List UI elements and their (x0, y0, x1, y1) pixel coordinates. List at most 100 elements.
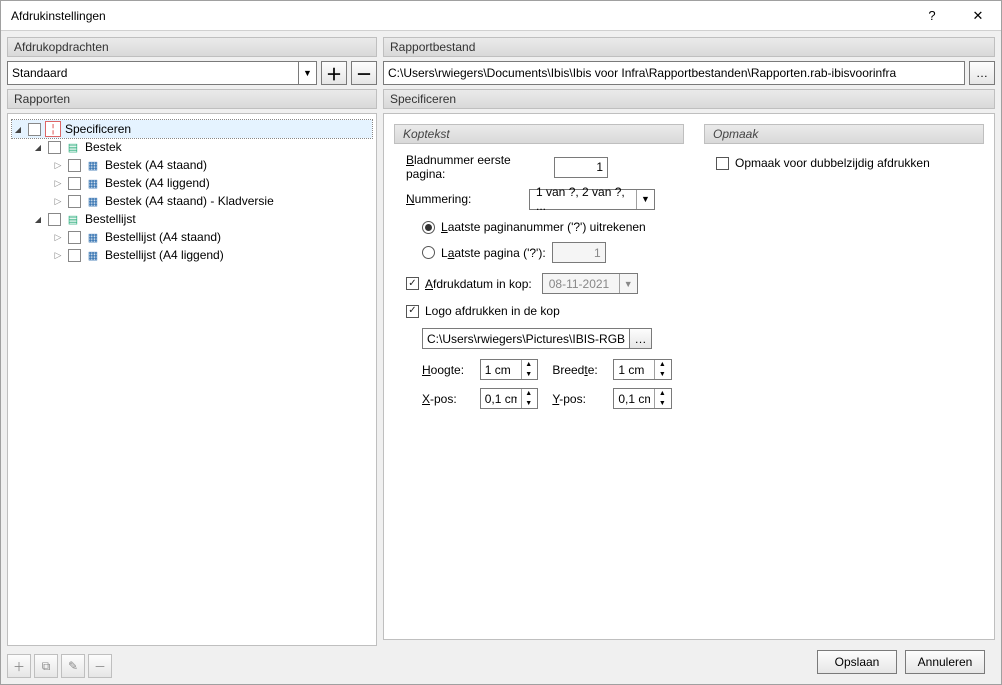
tree-label: Bestek (A4 liggend) (105, 176, 210, 190)
document-icon: ▦ (85, 247, 101, 263)
browse-report-file-button[interactable]: … (969, 61, 995, 85)
title-bar: Afdrukinstellingen ? ✕ (1, 1, 1001, 31)
checkbox-icon[interactable] (716, 157, 729, 170)
checkbox-icon[interactable] (406, 305, 419, 318)
print-date-check[interactable]: Afdrukdatum in kop: 08-11-2021 ▼ (406, 273, 672, 294)
reports-tree[interactable]: ¦ Specificeren ▤ Bestek ▦ Bestek (A4 sta… (7, 113, 377, 646)
folder-icon: ▤ (65, 211, 81, 227)
window-controls: ? ✕ (909, 1, 1001, 30)
print-date-field: 08-11-2021 ▼ (542, 273, 638, 294)
tree-node-bestellijst[interactable]: ▤ Bestellijst (12, 210, 372, 228)
header-subgroup: Koptekst (394, 124, 684, 144)
remove-job-button[interactable]: － (351, 61, 377, 85)
radio-icon[interactable] (422, 221, 435, 234)
xpos-spinner[interactable]: ▲▼ (480, 388, 539, 409)
print-job-input[interactable] (8, 66, 298, 80)
tree-checkbox[interactable] (68, 249, 81, 262)
cancel-button[interactable]: Annuleren (905, 650, 985, 674)
xpos-label: X-pos: (422, 392, 466, 406)
tree-checkbox[interactable] (68, 195, 81, 208)
radio-icon[interactable] (422, 246, 435, 259)
expand-toggle[interactable] (52, 177, 64, 189)
width-label: Breedte: (552, 363, 599, 377)
tree-toolbar: ＋ ⧉ ✎ － (7, 650, 377, 684)
radio-calc-last-page[interactable]: Laatste paginanummer ('?') uitrekenen (422, 220, 672, 234)
checkbox-icon[interactable] (406, 277, 419, 290)
height-label: Hoogte: (422, 363, 466, 377)
tree-label: Bestellijst (A4 staand) (105, 230, 221, 244)
height-spinner[interactable]: ▲▼ (480, 359, 539, 380)
expand-toggle[interactable] (52, 195, 64, 207)
add-job-button[interactable]: ＋ (321, 61, 347, 85)
tree-label: Bestellijst (A4 liggend) (105, 248, 224, 262)
print-jobs-header: Afdrukopdrachten (7, 37, 377, 57)
remove-button[interactable]: － (88, 654, 112, 678)
tree-item[interactable]: ▦ Bestek (A4 staand) (12, 156, 372, 174)
expand-toggle[interactable] (52, 249, 64, 261)
numbering-value: 1 van ?, 2 van ?, ... (530, 185, 636, 213)
window-title: Afdrukinstellingen (11, 9, 106, 23)
ypos-spinner[interactable]: ▲▼ (613, 388, 672, 409)
tree-label: Bestek (A4 staand) - Kladversie (105, 194, 274, 208)
lower-row: Rapporten ¦ Specificeren ▤ Bestek (7, 89, 995, 684)
browse-logo-button[interactable]: … (630, 328, 652, 349)
print-settings-dialog: Afdrukinstellingen ? ✕ Afdrukopdrachten … (0, 0, 1002, 685)
page-number-field[interactable] (554, 157, 608, 178)
add-button[interactable]: ＋ (7, 654, 31, 678)
tree-label: Bestek (A4 staand) (105, 158, 207, 172)
close-button[interactable]: ✕ (955, 1, 1001, 30)
print-logo-check[interactable]: Logo afdrukken in de kop (406, 304, 672, 318)
expand-toggle[interactable] (52, 231, 64, 243)
page-number-label: BBladnummer eerste pagina:ladnummer eers… (406, 153, 546, 181)
dialog-buttons: Opslaan Annuleren (383, 644, 995, 684)
chevron-down-icon[interactable]: ▼ (298, 62, 316, 84)
logo-path-input[interactable] (422, 328, 630, 349)
duplex-check[interactable]: Opmaak voor dubbelzijdig afdrukken (716, 156, 972, 170)
print-job-combo[interactable]: ▼ (7, 61, 317, 85)
report-file-path-input[interactable] (383, 61, 965, 85)
expand-toggle[interactable] (52, 159, 64, 171)
tree-item[interactable]: ▦ Bestek (A4 staand) - Kladversie (12, 192, 372, 210)
tree-checkbox[interactable] (68, 159, 81, 172)
copy-button[interactable]: ⧉ (34, 654, 58, 678)
help-button[interactable]: ? (909, 1, 955, 30)
tree-checkbox[interactable] (48, 213, 61, 226)
fixed-last-page-field (552, 242, 606, 263)
layout-subgroup: Opmaak (704, 124, 984, 144)
specify-panel: Koptekst BBladnummer eerste pagina:ladnu… (383, 113, 995, 640)
ypos-label: Y-pos: (552, 392, 599, 406)
edit-button[interactable]: ✎ (61, 654, 85, 678)
specify-header: Specificeren (383, 89, 995, 109)
numbering-label: Nummering: (406, 192, 521, 206)
report-file-header: Rapportbestand (383, 37, 995, 57)
tree-checkbox[interactable] (28, 123, 41, 136)
tree-checkbox[interactable] (48, 141, 61, 154)
document-icon: ▦ (85, 229, 101, 245)
tree-label: Bestek (85, 140, 122, 154)
reports-header: Rapporten (7, 89, 377, 109)
document-icon: ▦ (85, 175, 101, 191)
expand-toggle[interactable] (12, 123, 24, 135)
tree-node-bestek[interactable]: ▤ Bestek (12, 138, 372, 156)
expand-toggle[interactable] (32, 213, 44, 225)
radio-fixed-last-page[interactable]: Laatste pagina ('?'): (422, 242, 672, 263)
print-date-value: 08-11-2021 (543, 277, 619, 291)
tree-label: Bestellijst (85, 212, 136, 226)
tree-item[interactable]: ▦ Bestellijst (A4 staand) (12, 228, 372, 246)
document-icon: ▦ (85, 157, 101, 173)
expand-toggle[interactable] (32, 141, 44, 153)
folder-icon: ▤ (65, 139, 81, 155)
tree-item[interactable]: ▦ Bestellijst (A4 liggend) (12, 246, 372, 264)
tree-label: Specificeren (65, 122, 131, 136)
numbering-dropdown[interactable]: 1 van ?, 2 van ?, ... ▼ (529, 189, 655, 210)
width-spinner[interactable]: ▲▼ (613, 359, 672, 380)
tree-checkbox[interactable] (68, 231, 81, 244)
tree-checkbox[interactable] (68, 177, 81, 190)
tree-item[interactable]: ▦ Bestek (A4 liggend) (12, 174, 372, 192)
tree-root-specificeren[interactable]: ¦ Specificeren (12, 120, 372, 138)
chevron-down-icon: ▼ (619, 274, 637, 293)
upper-row: Afdrukopdrachten ▼ ＋ － Rapportbestand … (7, 37, 995, 85)
chevron-down-icon[interactable]: ▼ (636, 190, 654, 209)
content-area: Afdrukopdrachten ▼ ＋ － Rapportbestand … (1, 31, 1001, 684)
save-button[interactable]: Opslaan (817, 650, 897, 674)
